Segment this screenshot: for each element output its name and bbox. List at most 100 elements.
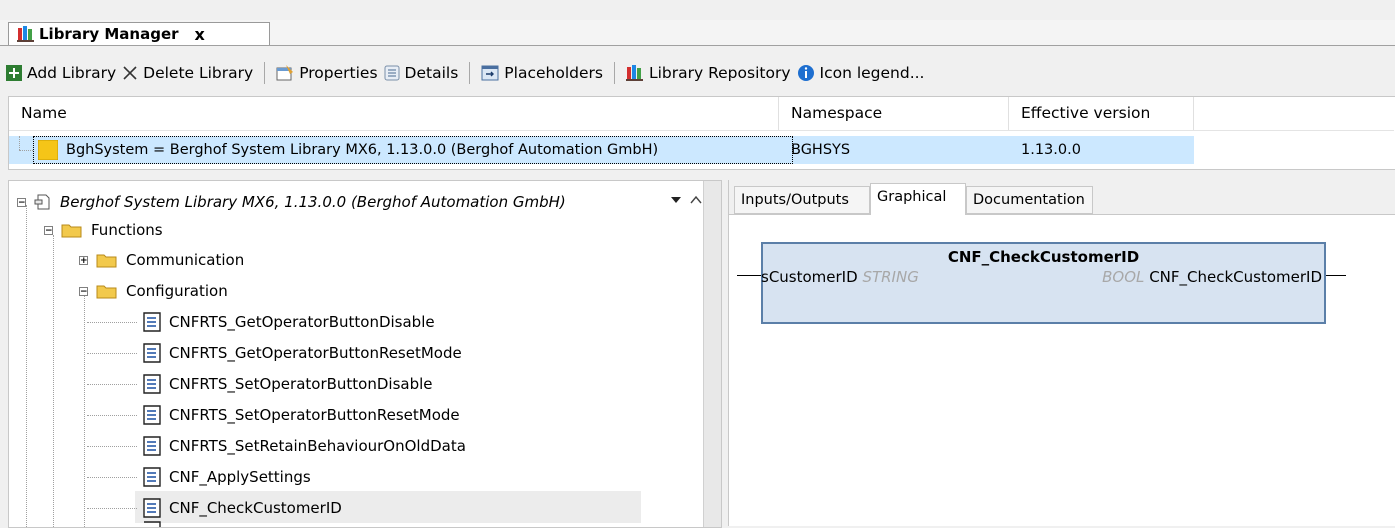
- function-block-diagram: CNF_CheckCustomerID sCustomerID STRING B…: [761, 242, 1326, 324]
- tree-item-label: CNF_CheckCustomerID: [169, 499, 342, 517]
- library-row-name: BghSystem = Berghof System Library MX6, …: [33, 136, 793, 164]
- tree-connector: [87, 353, 137, 354]
- editor-tab-bar: Library Manager x: [0, 20, 1395, 46]
- output-pin: BOOL CNF_CheckCustomerID: [1102, 268, 1322, 286]
- output-pin-name: CNF_CheckCustomerID: [1149, 268, 1322, 286]
- toolbar-separator: [613, 62, 615, 84]
- tree-root-node[interactable]: − Berghof System Library MX6, 1.13.0.0 (…: [17, 187, 566, 217]
- function-document-icon: [143, 405, 161, 425]
- tree-item[interactable]: CNFRTS_SetOperatorButtonResetMode: [87, 400, 460, 430]
- close-tab-button[interactable]: x: [195, 25, 205, 44]
- tree-connector: [26, 205, 27, 527]
- tree-root-label: Berghof System Library MX6, 1.13.0.0 (Be…: [60, 193, 566, 211]
- info-icon: [797, 65, 814, 81]
- collapse-toggle[interactable]: −: [79, 286, 88, 296]
- column-header-version[interactable]: Effective version: [1009, 97, 1194, 130]
- placeholders-label: Placeholders: [504, 64, 603, 82]
- tree-item-label: CNFRTS_SetOperatorButtonResetMode: [169, 406, 460, 424]
- folder-open-icon: [61, 224, 82, 238]
- scroll-up-arrow-icon[interactable]: [690, 195, 702, 205]
- icon-legend-label: Icon legend...: [819, 64, 925, 82]
- placeholders-icon: [481, 65, 499, 81]
- tree-folder-communication[interactable]: + Communication: [79, 245, 244, 275]
- folder-icon: [96, 254, 117, 268]
- tree-folder-configuration[interactable]: − Configuration: [79, 276, 228, 306]
- function-document-icon: [143, 343, 161, 363]
- library-content-tree: − Berghof System Library MX6, 1.13.0.0 (…: [8, 180, 722, 528]
- input-pin-type: STRING: [862, 268, 919, 286]
- folder-open-icon: [96, 285, 117, 299]
- folder-label: Communication: [126, 251, 245, 269]
- add-icon: [6, 65, 22, 81]
- folder-label: Functions: [91, 221, 163, 239]
- library-row[interactable]: BghSystem = Berghof System Library MX6, …: [9, 136, 1194, 164]
- add-library-button[interactable]: Add Library: [6, 64, 116, 82]
- expand-toggle[interactable]: +: [79, 255, 88, 265]
- library-name-text: BghSystem = Berghof System Library MX6, …: [66, 142, 659, 158]
- column-header-name[interactable]: Name: [9, 97, 779, 130]
- library-manager-tab[interactable]: Library Manager x: [8, 22, 270, 45]
- tab-graphical[interactable]: Graphical: [870, 183, 966, 215]
- collapse-toggle[interactable]: −: [44, 225, 53, 235]
- tree-connector: [87, 446, 137, 447]
- tree-item[interactable]: CNFRTS_SetOperatorButtonDisable: [87, 369, 433, 399]
- tree-item[interactable]: CNFRTS_GetOperatorButtonResetMode: [87, 338, 462, 368]
- tree-item-label: CNF_ApplySettings: [169, 468, 311, 486]
- tree-connector: [87, 415, 137, 416]
- function-document-icon: [143, 312, 161, 332]
- folder-label: Configuration: [126, 282, 228, 300]
- tree-item-selected[interactable]: CNF_CheckCustomerID: [87, 493, 342, 523]
- collapse-toggle[interactable]: −: [17, 197, 26, 207]
- library-namespace: BGHSYS: [791, 142, 851, 158]
- tree-connector: [87, 384, 137, 385]
- delete-library-button[interactable]: Delete Library: [122, 64, 253, 82]
- delete-x-icon: [123, 66, 137, 80]
- input-pin-name: sCustomerID: [761, 268, 858, 286]
- library-books-icon: [17, 26, 34, 42]
- output-pin-line: [1324, 275, 1346, 276]
- library-repository-label: Library Repository: [648, 64, 791, 82]
- add-library-label: Add Library: [27, 64, 117, 82]
- details-icon: [384, 65, 400, 81]
- tree-connector: [87, 508, 137, 509]
- column-header-namespace[interactable]: Namespace: [779, 97, 1009, 130]
- window-top-strip: [0, 0, 1395, 20]
- tree-connector: [87, 322, 137, 323]
- tree-vertical-scrollbar[interactable]: [703, 181, 721, 527]
- library-folder-icon: [38, 140, 58, 160]
- tree-item-label: CNFRTS_SetRetainBehaviourOnOldData: [169, 437, 466, 455]
- tree-item-label: CNFRTS_GetOperatorButtonDisable: [169, 313, 435, 331]
- icon-legend-button[interactable]: Icon legend...: [797, 64, 925, 82]
- detail-pane: Inputs/Outputs Graphical Documentation C…: [728, 180, 1395, 526]
- details-label: Details: [404, 64, 459, 82]
- dropdown-arrow-icon[interactable]: [670, 195, 682, 205]
- tree-item[interactable]: CNF_ApplySettings: [87, 462, 311, 492]
- tree-item[interactable]: CNFRTS_GetOperatorButtonDisable: [87, 307, 435, 337]
- input-pin-line: [737, 275, 763, 276]
- tree-connector: [84, 293, 85, 527]
- tab-inputs-outputs[interactable]: Inputs/Outputs: [734, 186, 870, 214]
- function-document-icon: [143, 498, 161, 518]
- placeholders-button[interactable]: Placeholders: [481, 64, 603, 82]
- toolbar-separator: [469, 62, 471, 84]
- function-block-title: CNF_CheckCustomerID: [947, 248, 1140, 266]
- input-pin: sCustomerID STRING: [761, 268, 919, 286]
- function-document-icon: [143, 436, 161, 456]
- tree-item-label: CNFRTS_SetOperatorButtonDisable: [169, 375, 433, 393]
- library-repository-button[interactable]: Library Repository: [625, 64, 791, 82]
- detail-tab-strip: Inputs/Outputs Graphical Documentation: [729, 180, 1395, 215]
- library-version: 1.13.0.0: [1021, 142, 1081, 158]
- tree-item[interactable]: CNFRTS_SetRetainBehaviourOnOldData: [87, 431, 466, 461]
- tree-connector: [53, 235, 54, 527]
- output-pin-type: BOOL: [1102, 268, 1145, 286]
- tab-documentation[interactable]: Documentation: [966, 186, 1093, 214]
- tree-folder-functions[interactable]: − Functions: [44, 215, 163, 245]
- tree-connector: [19, 136, 20, 150]
- library-document-icon: [34, 194, 50, 210]
- tree-connector: [87, 477, 137, 478]
- properties-button[interactable]: Properties: [276, 64, 378, 82]
- tab-title: Library Manager: [39, 25, 179, 43]
- function-document-icon: [144, 521, 161, 527]
- function-document-icon: [143, 374, 161, 394]
- details-button[interactable]: Details: [384, 64, 459, 82]
